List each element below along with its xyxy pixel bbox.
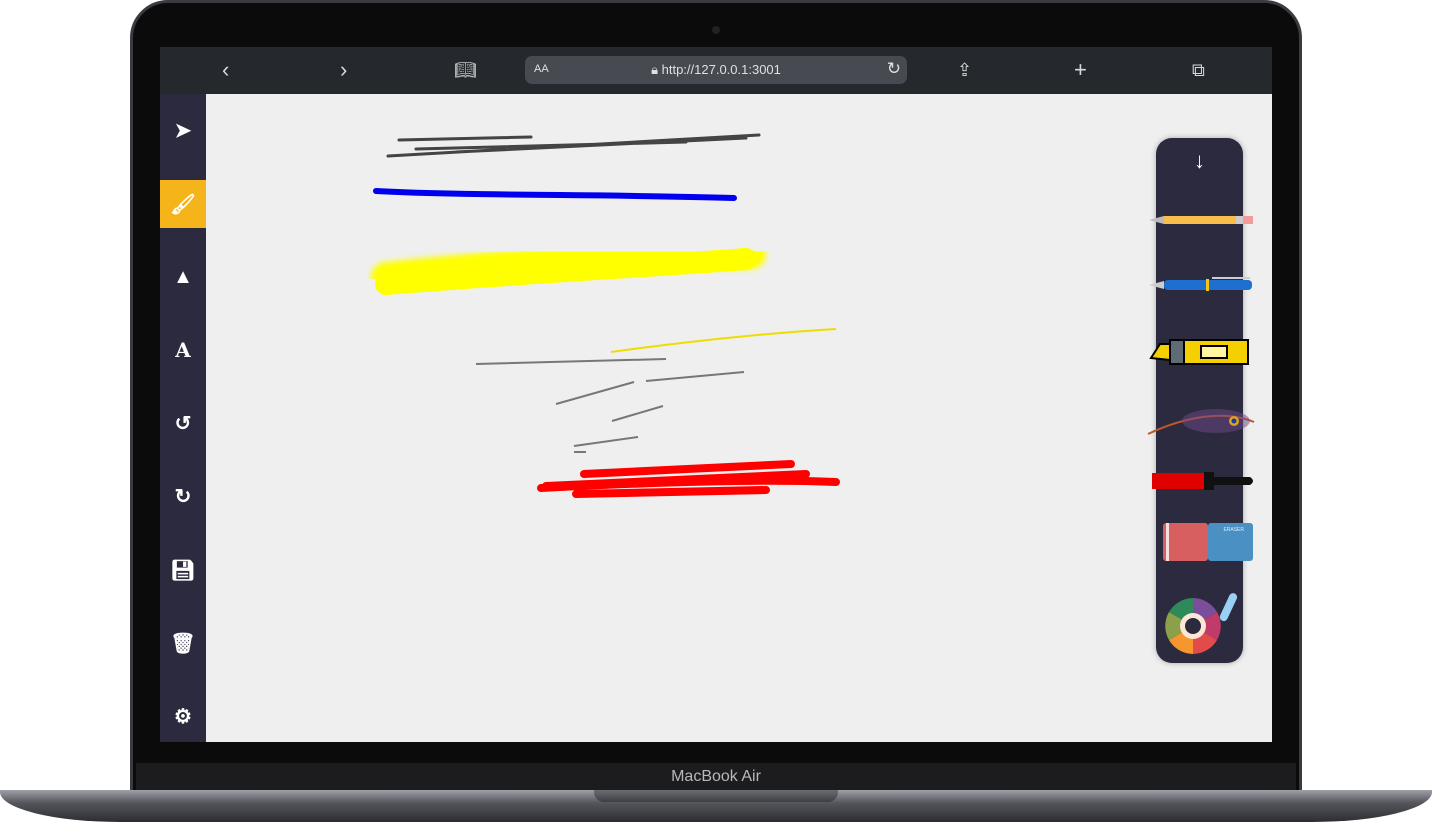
highlighter-tool[interactable] [1146,328,1256,378]
share-icon[interactable]: ⇪ [957,57,972,83]
forward-icon[interactable]: › [340,57,347,83]
brush-icon: 🖌︎ [170,193,196,216]
feather-tool[interactable] [1146,396,1256,446]
blue-stroke [373,188,737,201]
redo-button[interactable]: ↻ [160,472,206,520]
tabs-icon[interactable]: ⧉ [1192,57,1205,83]
save-icon: 💾︎ [170,559,196,582]
yellow-stroke [371,239,837,353]
red-stroke [537,460,840,498]
paintbrush-tool[interactable] [1146,456,1256,506]
address-bar[interactable]: AA 🔒︎ http://127.0.0.1:3001 ↻ [525,56,907,84]
back-icon[interactable]: ‹ [222,57,229,83]
lock-icon: 🔒︎ [651,62,658,77]
shapes-tool[interactable]: ▲ [160,253,206,301]
url-text: http://127.0.0.1:3001 [661,62,781,77]
settings-button[interactable]: ⚙ [160,692,206,740]
brush-tool[interactable]: 🖌︎ [160,180,206,228]
eraser-tool[interactable]: ERASER [1146,518,1256,568]
screen: ‹ › 📖︎ AA 🔒︎ http://127.0.0.1:3001 ↻ ⇪ +… [160,47,1272,742]
save-button[interactable]: 💾︎ [160,546,206,594]
text-tool[interactable]: A [160,326,206,374]
redo-icon: ↻ [174,485,192,508]
undo-button[interactable]: ↺ [160,399,206,447]
text-icon: A [175,338,191,362]
pen-tool[interactable] [1146,260,1256,310]
camera [712,26,720,34]
gear-icon: ⚙ [174,705,192,728]
collapse-arrow-icon[interactable]: ↓ [1156,148,1243,174]
delete-button[interactable]: 🗑︎ [160,619,206,667]
brush-panel: ↓ ERASER [1147,138,1255,663]
shapes-icon: ▲ [173,265,193,288]
bookmarks-icon[interactable]: 📖︎ [454,57,477,83]
undo-icon: ↺ [174,412,192,435]
thin-gray-strokes [475,358,745,453]
trash-icon: 🗑︎ [170,632,196,655]
drawing-canvas[interactable] [206,94,1272,742]
cursor-icon: ➤ [174,119,192,142]
eraser-label: ERASER [1223,527,1244,533]
select-tool[interactable]: ➤ [160,106,206,154]
tool-sidebar: ➤ 🖌︎ ▲ A ↺ ↻ 💾︎ 🗑︎ ⚙ [160,94,206,742]
device-label: MacBook Air [136,763,1296,791]
pencil-tool[interactable] [1146,195,1256,245]
new-tab-icon[interactable]: + [1074,57,1087,83]
gray-stroke [386,133,761,158]
browser-toolbar: ‹ › 📖︎ AA 🔒︎ http://127.0.0.1:3001 ↻ ⇪ +… [160,47,1272,94]
laptop-notch [594,790,838,802]
reload-icon[interactable]: ↻ [887,59,901,79]
color-picker[interactable] [1146,588,1256,658]
